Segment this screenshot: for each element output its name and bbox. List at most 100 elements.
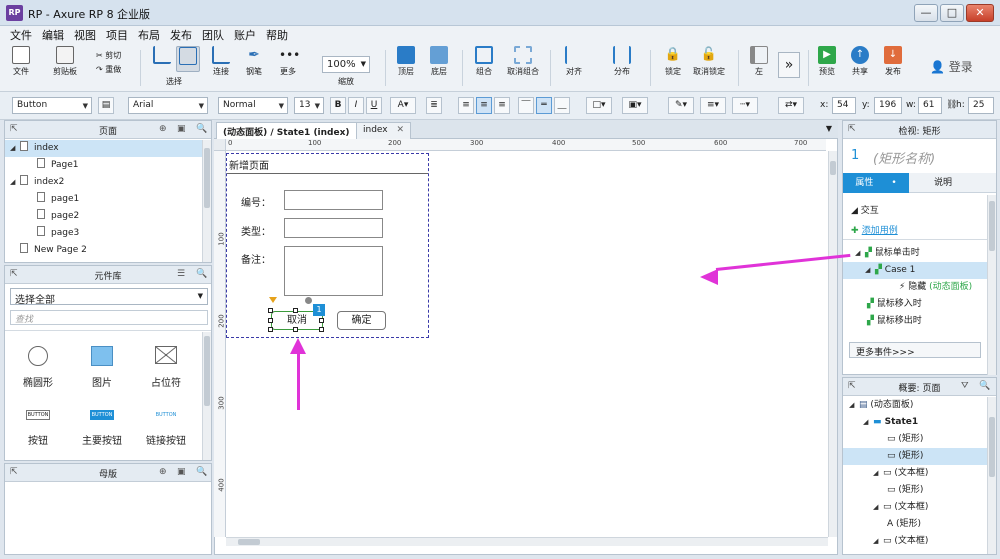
outline-item-textfield[interactable]: ◢ ▭ (文本框): [843, 499, 996, 516]
clipboard-tool[interactable]: 剪贴板: [50, 46, 80, 77]
widget-image[interactable]: 图片: [81, 346, 123, 389]
id-input[interactable]: [284, 190, 383, 210]
fill-color-button[interactable]: □▾: [586, 97, 612, 114]
maximize-button[interactable]: □: [940, 4, 964, 22]
resize-handle[interactable]: [293, 327, 298, 332]
redo-tool[interactable]: ↷ 重做: [96, 64, 121, 75]
pen-tool[interactable]: ✒ 钢笔: [243, 46, 265, 77]
widget-button[interactable]: BUTTON 按钮: [17, 410, 59, 447]
group-tool[interactable]: 组合: [472, 46, 496, 77]
page-item-page1b[interactable]: page1: [5, 191, 211, 208]
menu-project[interactable]: 项目: [106, 27, 128, 43]
event-mouseenter[interactable]: ▞ 鼠标移入时: [843, 296, 996, 313]
tab-properties[interactable]: 属性 •: [843, 173, 909, 193]
outline-item-rect[interactable]: ▭ (矩形): [843, 482, 996, 499]
more-tool[interactable]: ••• 更多: [275, 46, 301, 77]
interaction-section[interactable]: ◢ 交互: [851, 203, 879, 216]
search-icon[interactable]: 🔍: [196, 467, 207, 477]
menu-view[interactable]: 视图: [74, 27, 96, 43]
rotate-handle-icon[interactable]: [305, 297, 312, 304]
resize-handle[interactable]: [268, 327, 273, 332]
align-tool[interactable]: 对齐: [560, 46, 588, 77]
expand-toolbar-button[interactable]: »: [778, 52, 800, 78]
ungroup-tool[interactable]: 取消组合: [504, 46, 542, 77]
minimize-button[interactable]: —: [914, 4, 938, 22]
distribute-tool[interactable]: 分布: [608, 46, 636, 77]
dynamic-panel[interactable]: 新增页面 编号： 类型： 备注： 取消 确定 1: [226, 153, 429, 338]
x-input[interactable]: 54: [832, 97, 856, 114]
preview-tool[interactable]: ▶ 预览: [816, 46, 838, 77]
outline-item-state1[interactable]: ◢ ▬ State1: [843, 414, 996, 431]
add-folder-icon[interactable]: ▣: [177, 124, 186, 134]
login-button[interactable]: 👤 登录: [930, 58, 973, 75]
cut-tool[interactable]: ✂ 剪切: [96, 50, 121, 61]
page-item-index2[interactable]: ◢ index2: [5, 174, 211, 191]
widget-name-input[interactable]: (矩形名称): [873, 148, 935, 167]
scroll-thumb[interactable]: [204, 336, 210, 406]
event-mouseleave[interactable]: ▞ 鼠标移出时: [843, 313, 996, 330]
align-right-button[interactable]: ≡: [494, 97, 510, 114]
resize-handle[interactable]: [268, 318, 273, 323]
font-size-select[interactable]: 13 ▼: [294, 97, 324, 114]
scroll-thumb[interactable]: [204, 148, 210, 208]
widget-placeholder[interactable]: 占位符: [145, 346, 187, 389]
outline-scrollbar[interactable]: [987, 397, 996, 554]
more-events-select[interactable]: 更多事件>>>: [849, 342, 981, 358]
add-page-icon[interactable]: ⊕: [159, 124, 167, 134]
menu-help[interactable]: 帮助: [266, 27, 288, 43]
canvas-vertical-scrollbar[interactable]: [828, 151, 837, 537]
width-input[interactable]: 61: [918, 97, 942, 114]
scroll-thumb[interactable]: [830, 161, 836, 175]
page-item-page2[interactable]: page2: [5, 208, 211, 225]
canvas-horizontal-scrollbar[interactable]: [226, 537, 828, 546]
widget-search-input[interactable]: 查找: [10, 310, 208, 325]
underline-button[interactable]: U: [366, 97, 382, 114]
menu-team[interactable]: 团队: [202, 27, 224, 43]
resize-handle[interactable]: [268, 308, 273, 313]
inspector-scrollbar[interactable]: [987, 195, 996, 375]
filter-icon[interactable]: ⛛: [961, 381, 969, 391]
outline-item-dynamic-panel[interactable]: ◢ ▤ (动态面板): [843, 397, 996, 414]
widget-ellipse[interactable]: 椭圆形: [17, 346, 59, 389]
outline-item-text[interactable]: A (矩形): [843, 516, 996, 533]
page-item-new-page-2[interactable]: New Page 2: [5, 242, 211, 259]
resize-handle[interactable]: [319, 318, 324, 323]
add-master-icon[interactable]: ⊕: [159, 467, 167, 477]
menu-publish[interactable]: 发布: [170, 27, 192, 43]
menu-layout[interactable]: 布局: [138, 27, 160, 43]
valign-top-button[interactable]: ⎺: [518, 97, 534, 114]
close-button[interactable]: ✕: [966, 4, 994, 22]
outline-item-textfield[interactable]: ◢ ▭ (文本框): [843, 533, 996, 550]
outline-item-rect[interactable]: ▭ (矩形): [843, 431, 996, 448]
line-color-button[interactable]: ✎▾: [668, 97, 694, 114]
pages-scrollbar[interactable]: [202, 140, 211, 262]
y-input[interactable]: 196: [874, 97, 902, 114]
height-input[interactable]: 25: [968, 97, 994, 114]
scroll-thumb[interactable]: [989, 201, 995, 251]
tab-dynamic-panel-state1[interactable]: (动态面板) / State1 (index) ✕: [216, 122, 374, 139]
style-marker-icon[interactable]: [269, 297, 277, 303]
case-1[interactable]: ◢ ▞ Case 1: [843, 262, 996, 279]
resize-handle[interactable]: [293, 308, 298, 313]
italic-button[interactable]: I: [348, 97, 364, 114]
tab-notes[interactable]: 说明: [913, 173, 973, 193]
form-title[interactable]: 新增页面: [227, 154, 428, 174]
valign-middle-button[interactable]: ═: [536, 97, 552, 114]
valign-bottom-button[interactable]: ⎽: [554, 97, 570, 114]
style-select[interactable]: Button ▼: [12, 97, 92, 114]
page-item-page3[interactable]: page3: [5, 225, 211, 242]
line-width-button[interactable]: ≡▾: [700, 97, 726, 114]
bold-button[interactable]: B: [330, 97, 346, 114]
bullet-list-button[interactable]: ≣: [426, 97, 442, 114]
type-input[interactable]: [284, 218, 383, 238]
scroll-thumb[interactable]: [238, 539, 260, 545]
event-onclick[interactable]: ◢ ▞ 鼠标单击时: [843, 245, 996, 262]
align-center-button[interactable]: ≡: [476, 97, 492, 114]
unlock-tool[interactable]: 🔓 取消锁定: [690, 46, 728, 77]
bring-to-front-tool[interactable]: 顶层: [393, 46, 419, 77]
library-select[interactable]: 选择全部 ▼: [10, 288, 208, 306]
search-icon[interactable]: 🔍: [196, 269, 207, 279]
align-left-button[interactable]: ≡: [458, 97, 474, 114]
add-folder-icon[interactable]: ▣: [177, 467, 186, 477]
menu-file[interactable]: 文件: [10, 27, 32, 43]
